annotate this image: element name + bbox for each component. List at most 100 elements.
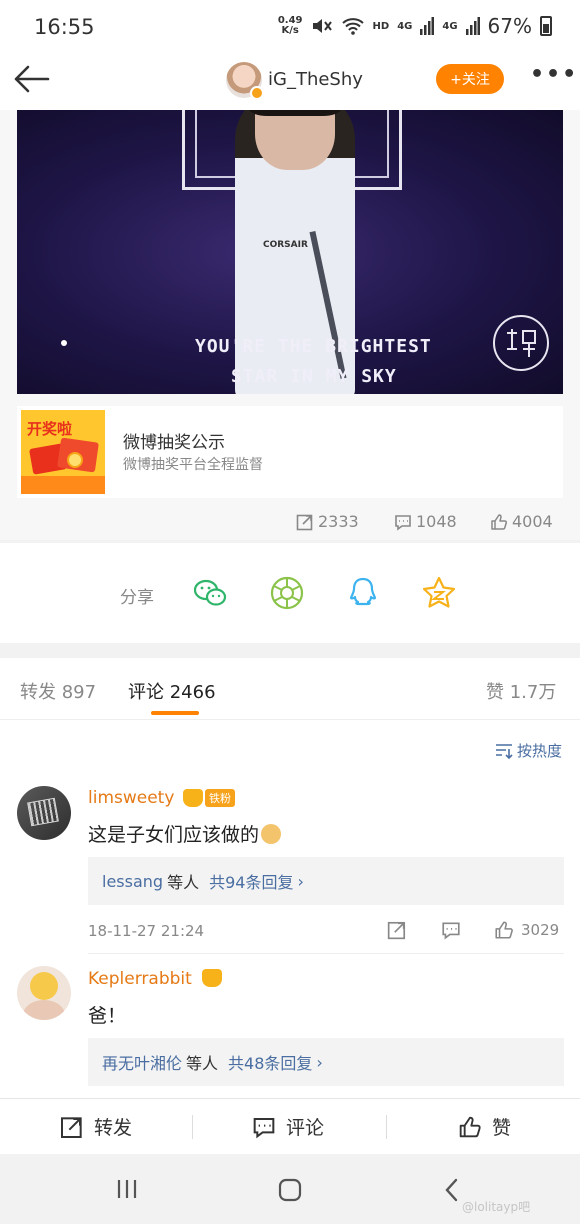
carousel-dot: [61, 340, 67, 346]
interaction-tabs: 转发 897 评论 2466 赞 1.7万: [0, 658, 580, 720]
coin-decor: [67, 452, 83, 468]
comment-text: 爸！: [88, 1005, 127, 1027]
action-separator: [192, 1115, 193, 1139]
photo-caption-line2: STAR IN MY SKY: [231, 366, 397, 387]
wechat-icon[interactable]: [192, 575, 228, 611]
more-options-icon[interactable]: •••: [530, 62, 578, 87]
net-speed: 0.49 K/s: [278, 16, 303, 36]
sort-icon: [495, 743, 513, 759]
reply-user: lessang: [102, 871, 164, 891]
comment-reply-button[interactable]: [441, 920, 461, 940]
lottery-title: 微博抽奖公示: [123, 433, 225, 453]
nav-username[interactable]: iG_TheShy: [268, 69, 363, 90]
post-image[interactable]: CORSAIR YOU'RE THE BRIGHTEST STAR IN MY …: [17, 110, 563, 394]
status-time: 16:55: [34, 15, 95, 39]
thumbs-up-icon: [495, 921, 513, 939]
comment-avatar[interactable]: [17, 786, 71, 840]
status-bar: 16:55 0.49 K/s HD 4G 4G 67%: [0, 0, 580, 56]
comment-username[interactable]: limsweety: [88, 788, 174, 808]
qq-icon[interactable]: [345, 575, 381, 611]
signal-icon-2: [465, 17, 480, 35]
repost-label: 转发: [94, 1117, 133, 1139]
bottom-action-bar: 转发 评论 赞: [0, 1098, 580, 1154]
lottery-subtitle: 微博抽奖平台全程监督: [123, 457, 263, 473]
reply-user: 再无叶湘伦: [102, 1054, 183, 1073]
battery-percent: 67%: [487, 14, 532, 38]
tab-likes-label: 赞: [486, 682, 504, 703]
wifi-icon: [341, 18, 364, 35]
like-stat[interactable]: 4004: [490, 512, 553, 531]
back-arrow-icon[interactable]: [12, 64, 50, 94]
crown-badge: [202, 968, 222, 988]
home-icon[interactable]: [278, 1178, 302, 1202]
repost-icon: [296, 514, 313, 530]
reply-summary[interactable]: 再无叶湘伦 等人 共48条回复 ›: [88, 1038, 564, 1086]
tab-reposts[interactable]: 转发 897: [20, 678, 96, 704]
system-nav-bar: @lolitayp吧: [0, 1154, 580, 1224]
signal-icon-1: [420, 17, 435, 35]
recent-apps-icon[interactable]: [116, 1178, 138, 1200]
battery-icon: [540, 16, 552, 36]
post-stats: 2333 1048 4004: [0, 508, 580, 538]
net-speed-unit: K/s: [281, 25, 299, 36]
sort-button[interactable]: 按热度: [495, 740, 562, 761]
lottery-thumbnail: 开奖啦: [21, 410, 105, 494]
status-icons: 0.49 K/s HD 4G 4G 67%: [278, 14, 552, 38]
qzone-icon[interactable]: [421, 575, 457, 611]
user-avatar[interactable]: [226, 62, 264, 100]
watermark: @lolitayp吧: [462, 1200, 531, 1214]
mute-icon: [312, 19, 332, 33]
comment-stat[interactable]: 1048: [394, 512, 457, 531]
chevron-right-icon: ›: [316, 1052, 323, 1072]
thumbs-up-icon: [459, 1116, 481, 1137]
fan-badge-label: 铁粉: [205, 789, 235, 807]
repost-icon: [387, 921, 406, 940]
reply-count: 共94条回复: [209, 873, 294, 892]
signal-label-2: 4G: [442, 20, 458, 32]
tab-comments[interactable]: 评论 2466: [128, 678, 216, 704]
lottery-base-decor: [21, 476, 105, 494]
comment-like-count: 3029: [521, 921, 560, 939]
share-bar: 分享: [0, 543, 580, 643]
comment-text-body: 这是子女们应该做的: [88, 824, 260, 846]
repost-icon: [61, 1116, 82, 1138]
photo-person-hair: [249, 110, 341, 116]
tab-reposts-count: 897: [61, 682, 97, 703]
crown-icon: [202, 969, 222, 987]
signal-label-1: 4G: [397, 20, 413, 32]
comment-button[interactable]: 评论: [252, 1113, 324, 1140]
comment-repost-button[interactable]: [387, 920, 407, 940]
hd-label: HD: [372, 20, 390, 32]
like-count: 4004: [512, 512, 553, 531]
tab-reposts-label: 转发: [20, 682, 56, 703]
reply-summary[interactable]: lessang 等人 共94条回复 ›: [88, 857, 564, 905]
repost-count: 2333: [318, 512, 359, 531]
comment-divider: [88, 953, 564, 954]
lottery-badge-text: 开奖啦: [27, 420, 73, 438]
top-nav: iG_TheShy +关注 •••: [0, 56, 580, 110]
back-icon[interactable]: [444, 1178, 460, 1202]
reply-mid: 等人: [186, 1054, 219, 1073]
moments-icon[interactable]: [269, 575, 305, 611]
comment-time: 18-11-27 21:24: [88, 922, 205, 940]
photo-person-head: [255, 110, 335, 170]
comment-icon: [442, 922, 460, 940]
comment-like-button[interactable]: 3029: [493, 920, 559, 940]
tab-likes[interactable]: 赞 1.7万: [486, 678, 556, 704]
comment-username[interactable]: Keplerrabbit: [88, 969, 192, 989]
crown-icon: [183, 789, 203, 807]
photo-brand-logo: CORSAIR: [263, 240, 308, 250]
photo-caption-line1: YOU'RE THE BRIGHTEST: [195, 336, 432, 357]
like-button[interactable]: 赞: [458, 1113, 511, 1140]
comment-avatar[interactable]: [17, 966, 71, 1020]
lottery-card[interactable]: 开奖啦 微博抽奖公示 微博抽奖平台全程监督: [17, 406, 563, 498]
verified-badge-icon: [250, 86, 264, 100]
post-card: CORSAIR YOU'RE THE BRIGHTEST STAR IN MY …: [0, 110, 580, 540]
repost-button[interactable]: 转发: [60, 1113, 132, 1140]
follow-button[interactable]: +关注: [436, 64, 504, 94]
action-separator: [386, 1115, 387, 1139]
repost-stat[interactable]: 2333: [296, 512, 359, 531]
comment-count: 1048: [416, 512, 457, 531]
comment-icon: [253, 1117, 275, 1138]
comment-icon: [395, 514, 411, 531]
